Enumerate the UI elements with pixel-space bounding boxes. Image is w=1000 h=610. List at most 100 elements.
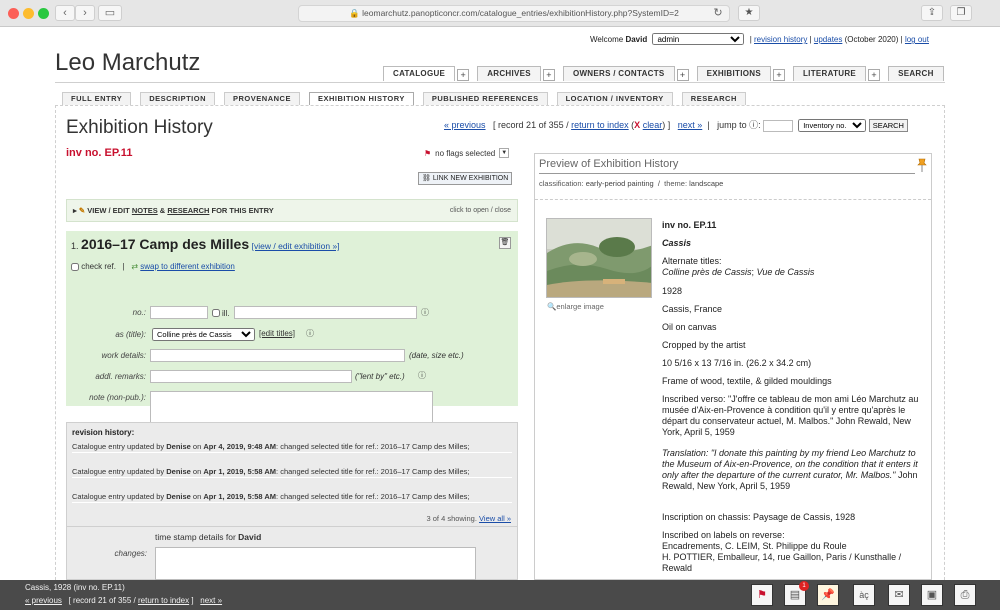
tab-catalogue[interactable]: CATALOGUE [383, 66, 456, 81]
ill-checkbox[interactable] [212, 309, 220, 317]
tab-provenance[interactable]: PROVENANCE [224, 92, 300, 105]
preview-year: 1928 [662, 286, 683, 296]
alt-titles: Colline près de Cassis; Vue de Cassis [662, 267, 924, 278]
revision-date: Apr 1, 2019, 5:58 AM [203, 492, 277, 501]
tab-search[interactable]: SEARCH [888, 66, 944, 81]
clear-icon[interactable]: X [634, 120, 640, 130]
add-archives-icon[interactable]: + [542, 69, 555, 81]
as-title-label: as (title): [115, 330, 146, 339]
work-details-input[interactable] [150, 349, 405, 362]
print-icon[interactable]: ⎙ [954, 584, 976, 606]
edit-titles-link[interactable]: [edit titles] [259, 329, 295, 338]
exhibition-number: 1. [71, 241, 79, 251]
notes-link[interactable]: NOTES [132, 206, 158, 215]
logout-link[interactable]: log out [905, 35, 929, 44]
note-textarea[interactable] [150, 391, 433, 423]
tab-published-references[interactable]: PUBLISHED REFERENCES [422, 92, 548, 105]
view-all-link[interactable]: View all » [479, 514, 511, 523]
share-icon[interactable]: ⇪ [921, 5, 943, 21]
notes-research-bar[interactable]: ▸ ✎ VIEW / EDIT NOTES & RESEARCH FOR THI… [66, 199, 518, 222]
reload-icon[interactable]: ↻ [711, 6, 725, 20]
updates-date: (October 2020) [844, 35, 899, 44]
pushpin-icon[interactable]: 📌 [817, 584, 839, 606]
mail-icon[interactable]: ✉ [888, 584, 910, 606]
user-name: David [625, 35, 648, 44]
pushpin-icon[interactable] [917, 158, 927, 172]
back-icon[interactable]: ‹ [55, 5, 75, 21]
tab-full-entry[interactable]: FULL ENTRY [62, 92, 132, 105]
previous-link[interactable]: « previous [444, 120, 486, 130]
bookmark-icon[interactable]: ★ [738, 5, 760, 21]
tab-exhibition-history[interactable]: EXHIBITION HISTORY [308, 92, 414, 105]
tab-research[interactable]: RESEARCH [681, 92, 746, 105]
changes-textarea[interactable] [155, 547, 476, 580]
flag-icon[interactable]: ⚑ [751, 584, 773, 606]
view-edit-exhibition-link[interactable]: [view / edit exhibition »] [252, 241, 340, 251]
forward-icon[interactable]: › [75, 5, 95, 21]
add-literature-icon[interactable]: + [868, 69, 881, 81]
bottom-bar: Cassis, 1928 (inv no. EP.11) « previous … [0, 580, 1000, 610]
addl-remarks-input[interactable] [150, 370, 352, 383]
research-link[interactable]: RESEARCH [167, 206, 209, 215]
tab-literature[interactable]: LITERATURE [792, 66, 867, 81]
alt-title: Vue de Cassis [756, 267, 815, 277]
help-icon[interactable]: ⓘ [306, 328, 314, 339]
revision-on: on [190, 467, 204, 476]
add-owner-icon[interactable]: + [676, 69, 689, 81]
tab-location-inventory[interactable]: LOCATION / INVENTORY [556, 92, 673, 105]
help-icon[interactable]: ⓘ [421, 307, 429, 318]
tabs-icon[interactable]: ❐ [950, 5, 972, 21]
pencil-icon: ✎ [78, 206, 86, 215]
no-input[interactable] [150, 306, 208, 319]
return-to-index-link[interactable]: return to index [571, 120, 629, 130]
spellcheck-icon[interactable]: àç [853, 584, 875, 606]
role-select[interactable]: admin [652, 33, 745, 45]
help-icon[interactable]: ⓘ [749, 120, 758, 130]
tab-description[interactable]: DESCRIPTION [140, 92, 216, 105]
revision-prefix: Catalogue entry updated by [72, 442, 167, 451]
check-ref-checkbox[interactable] [71, 262, 79, 271]
zoom-window-icon[interactable] [38, 8, 49, 19]
toggle-hint[interactable]: click to open / close [450, 200, 511, 221]
magnifier-icon: 🔍 [547, 302, 557, 311]
flags-selector[interactable]: ⚑ no flags selected ▼ [424, 148, 510, 158]
add-exhibition-icon[interactable]: + [772, 69, 785, 81]
clear-link[interactable]: clear [643, 120, 663, 130]
link-new-exhibition-button[interactable]: ⛓ LINK NEW EXHIBITION [418, 172, 513, 185]
classification-line: classification: early-period painting / … [539, 179, 723, 188]
work-details-hint: (date, size etc.) [409, 351, 464, 360]
trash-icon[interactable]: 🗑 [499, 237, 511, 249]
add-catalogue-icon[interactable]: + [457, 69, 470, 81]
bottom-previous-link[interactable]: « previous [25, 596, 62, 605]
record-pager: « previous [ record 21 of 355 / return t… [444, 118, 908, 133]
artwork-thumbnail[interactable] [546, 218, 652, 298]
as-title-select[interactable]: Colline près de Cassis [152, 328, 255, 341]
ill-label: ill. [222, 309, 230, 318]
document-icon[interactable]: ▤ 1 [784, 581, 809, 606]
jump-field-select[interactable]: Inventory no. [798, 119, 867, 133]
revision-date: Apr 1, 2019, 5:58 AM [203, 467, 277, 476]
chevron-down-icon[interactable]: ▼ [499, 148, 510, 158]
save-icon[interactable]: ▣ [921, 584, 943, 606]
bottom-next-link[interactable]: next » [200, 596, 222, 605]
jump-to-input[interactable] [763, 119, 794, 132]
tab-owners-contacts[interactable]: OWNERS / CONTACTS [562, 66, 675, 81]
updates-link[interactable]: updates [814, 35, 842, 44]
enlarge-image-link[interactable]: 🔍enlarge image [547, 302, 604, 311]
tab-exhibitions[interactable]: EXHIBITIONS [696, 66, 771, 81]
sidebar-icon[interactable]: ▭ [98, 5, 122, 21]
help-icon[interactable]: ⓘ [418, 370, 426, 381]
divider [55, 82, 945, 83]
search-button[interactable]: SEARCH [868, 119, 908, 133]
close-window-icon[interactable] [8, 8, 19, 19]
bottom-return-link[interactable]: return to index [138, 596, 189, 605]
address-bar[interactable]: 🔒 leomarchutz.panopticoncr.com/catalogue… [298, 5, 730, 22]
ill-input[interactable] [234, 306, 417, 319]
swap-exhibition-link[interactable]: swap to different exhibition [140, 262, 235, 271]
browser-toolbar: ‹ › ▭ 🔒 leomarchutz.panopticoncr.com/cat… [0, 0, 1000, 27]
revision-history-link[interactable]: revision history [754, 35, 807, 44]
minimize-window-icon[interactable] [23, 8, 34, 19]
revision-user: Denise [166, 467, 191, 476]
tab-archives[interactable]: ARCHIVES [477, 66, 541, 81]
next-link[interactable]: next » [678, 120, 703, 130]
